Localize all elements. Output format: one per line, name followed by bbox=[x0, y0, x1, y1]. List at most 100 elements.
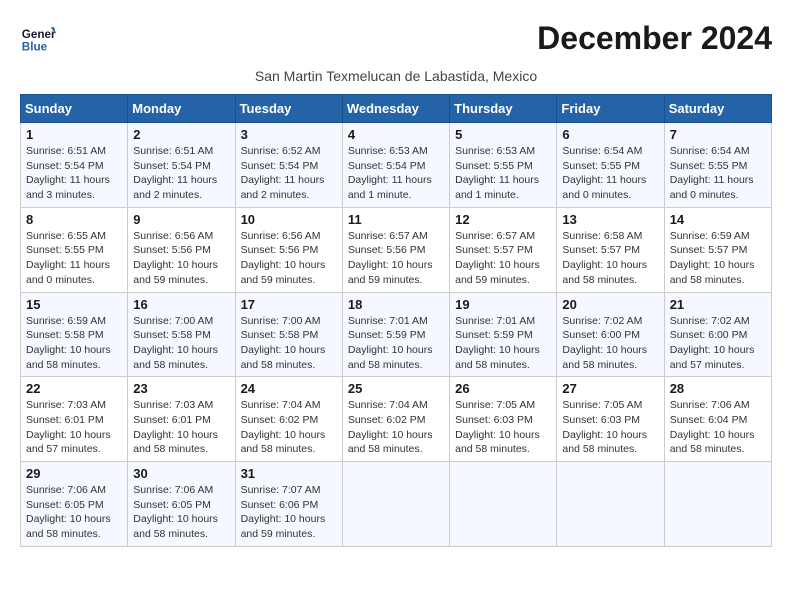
sunrise-label: Sunrise: 6:53 AM bbox=[348, 145, 428, 157]
day-info: Sunrise: 6:52 AM Sunset: 5:54 PM Dayligh… bbox=[241, 144, 337, 203]
day-number: 8 bbox=[26, 212, 122, 227]
daylight-label: Daylight: 10 hours and 59 minutes. bbox=[455, 259, 540, 286]
sunset-label: Sunset: 5:59 PM bbox=[348, 329, 426, 341]
day-number: 24 bbox=[241, 381, 337, 396]
day-info: Sunrise: 6:54 AM Sunset: 5:55 PM Dayligh… bbox=[670, 144, 766, 203]
calendar-cell: 15 Sunrise: 6:59 AM Sunset: 5:58 PM Dayl… bbox=[21, 292, 128, 377]
svg-text:Blue: Blue bbox=[22, 41, 48, 54]
calendar-cell: 6 Sunrise: 6:54 AM Sunset: 5:55 PM Dayli… bbox=[557, 123, 664, 208]
sunset-label: Sunset: 5:56 PM bbox=[241, 244, 319, 256]
sunset-label: Sunset: 5:56 PM bbox=[133, 244, 211, 256]
calendar-header-wednesday: Wednesday bbox=[342, 95, 449, 123]
day-info: Sunrise: 6:57 AM Sunset: 5:56 PM Dayligh… bbox=[348, 229, 444, 288]
sunset-label: Sunset: 6:06 PM bbox=[241, 499, 319, 511]
calendar-cell: 2 Sunrise: 6:51 AM Sunset: 5:54 PM Dayli… bbox=[128, 123, 235, 208]
calendar-cell: 27 Sunrise: 7:05 AM Sunset: 6:03 PM Dayl… bbox=[557, 377, 664, 462]
calendar-cell: 14 Sunrise: 6:59 AM Sunset: 5:57 PM Dayl… bbox=[664, 207, 771, 292]
daylight-label: Daylight: 10 hours and 58 minutes. bbox=[562, 429, 647, 456]
day-info: Sunrise: 6:53 AM Sunset: 5:55 PM Dayligh… bbox=[455, 144, 551, 203]
sunrise-label: Sunrise: 6:53 AM bbox=[455, 145, 535, 157]
sunrise-label: Sunrise: 6:51 AM bbox=[133, 145, 213, 157]
sunset-label: Sunset: 6:05 PM bbox=[133, 499, 211, 511]
day-info: Sunrise: 7:06 AM Sunset: 6:04 PM Dayligh… bbox=[670, 398, 766, 457]
sunset-label: Sunset: 6:02 PM bbox=[348, 414, 426, 426]
daylight-label: Daylight: 10 hours and 58 minutes. bbox=[26, 344, 111, 371]
sunrise-label: Sunrise: 7:07 AM bbox=[241, 484, 321, 496]
calendar-cell: 3 Sunrise: 6:52 AM Sunset: 5:54 PM Dayli… bbox=[235, 123, 342, 208]
day-number: 9 bbox=[133, 212, 229, 227]
sunrise-label: Sunrise: 7:06 AM bbox=[670, 399, 750, 411]
sunset-label: Sunset: 5:54 PM bbox=[241, 160, 319, 172]
day-info: Sunrise: 7:06 AM Sunset: 6:05 PM Dayligh… bbox=[133, 483, 229, 542]
sunrise-label: Sunrise: 6:51 AM bbox=[26, 145, 106, 157]
sunrise-label: Sunrise: 7:02 AM bbox=[670, 315, 750, 327]
sunset-label: Sunset: 5:55 PM bbox=[562, 160, 640, 172]
calendar-header-friday: Friday bbox=[557, 95, 664, 123]
sunset-label: Sunset: 6:03 PM bbox=[562, 414, 640, 426]
daylight-label: Daylight: 10 hours and 58 minutes. bbox=[133, 429, 218, 456]
sunrise-label: Sunrise: 6:56 AM bbox=[133, 230, 213, 242]
day-info: Sunrise: 6:56 AM Sunset: 5:56 PM Dayligh… bbox=[241, 229, 337, 288]
sunrise-label: Sunrise: 7:00 AM bbox=[241, 315, 321, 327]
day-number: 27 bbox=[562, 381, 658, 396]
sunset-label: Sunset: 6:03 PM bbox=[455, 414, 533, 426]
sunset-label: Sunset: 5:58 PM bbox=[133, 329, 211, 341]
sunrise-label: Sunrise: 7:03 AM bbox=[26, 399, 106, 411]
calendar-header-monday: Monday bbox=[128, 95, 235, 123]
daylight-label: Daylight: 10 hours and 59 minutes. bbox=[133, 259, 218, 286]
calendar-cell bbox=[450, 462, 557, 547]
day-number: 6 bbox=[562, 127, 658, 142]
day-number: 22 bbox=[26, 381, 122, 396]
day-number: 14 bbox=[670, 212, 766, 227]
calendar-cell: 17 Sunrise: 7:00 AM Sunset: 5:58 PM Dayl… bbox=[235, 292, 342, 377]
daylight-label: Daylight: 10 hours and 58 minutes. bbox=[455, 429, 540, 456]
sunrise-label: Sunrise: 6:57 AM bbox=[348, 230, 428, 242]
day-number: 23 bbox=[133, 381, 229, 396]
sunset-label: Sunset: 5:54 PM bbox=[348, 160, 426, 172]
calendar-cell: 10 Sunrise: 6:56 AM Sunset: 5:56 PM Dayl… bbox=[235, 207, 342, 292]
day-info: Sunrise: 7:00 AM Sunset: 5:58 PM Dayligh… bbox=[241, 314, 337, 373]
day-info: Sunrise: 6:53 AM Sunset: 5:54 PM Dayligh… bbox=[348, 144, 444, 203]
day-info: Sunrise: 6:59 AM Sunset: 5:57 PM Dayligh… bbox=[670, 229, 766, 288]
calendar-cell: 5 Sunrise: 6:53 AM Sunset: 5:55 PM Dayli… bbox=[450, 123, 557, 208]
daylight-label: Daylight: 10 hours and 58 minutes. bbox=[133, 344, 218, 371]
sunset-label: Sunset: 5:56 PM bbox=[348, 244, 426, 256]
calendar-header-sunday: Sunday bbox=[21, 95, 128, 123]
sunrise-label: Sunrise: 6:59 AM bbox=[670, 230, 750, 242]
calendar-cell: 31 Sunrise: 7:07 AM Sunset: 6:06 PM Dayl… bbox=[235, 462, 342, 547]
sunset-label: Sunset: 5:59 PM bbox=[455, 329, 533, 341]
page-title: December 2024 bbox=[537, 20, 772, 57]
sunrise-label: Sunrise: 7:04 AM bbox=[241, 399, 321, 411]
day-number: 26 bbox=[455, 381, 551, 396]
sunrise-label: Sunrise: 7:01 AM bbox=[455, 315, 535, 327]
day-number: 29 bbox=[26, 466, 122, 481]
daylight-label: Daylight: 11 hours and 0 minutes. bbox=[670, 174, 754, 201]
daylight-label: Daylight: 10 hours and 57 minutes. bbox=[26, 429, 111, 456]
day-info: Sunrise: 6:56 AM Sunset: 5:56 PM Dayligh… bbox=[133, 229, 229, 288]
sunrise-label: Sunrise: 7:06 AM bbox=[133, 484, 213, 496]
calendar-week-row: 29 Sunrise: 7:06 AM Sunset: 6:05 PM Dayl… bbox=[21, 462, 772, 547]
calendar-cell: 8 Sunrise: 6:55 AM Sunset: 5:55 PM Dayli… bbox=[21, 207, 128, 292]
sunset-label: Sunset: 6:01 PM bbox=[133, 414, 211, 426]
calendar-week-row: 1 Sunrise: 6:51 AM Sunset: 5:54 PM Dayli… bbox=[21, 123, 772, 208]
day-number: 19 bbox=[455, 297, 551, 312]
calendar-cell: 7 Sunrise: 6:54 AM Sunset: 5:55 PM Dayli… bbox=[664, 123, 771, 208]
sunrise-label: Sunrise: 7:01 AM bbox=[348, 315, 428, 327]
sunset-label: Sunset: 5:54 PM bbox=[26, 160, 104, 172]
svg-text:General: General bbox=[22, 28, 56, 41]
day-info: Sunrise: 7:04 AM Sunset: 6:02 PM Dayligh… bbox=[241, 398, 337, 457]
sunrise-label: Sunrise: 6:54 AM bbox=[562, 145, 642, 157]
sunrise-label: Sunrise: 7:06 AM bbox=[26, 484, 106, 496]
sunrise-label: Sunrise: 7:05 AM bbox=[455, 399, 535, 411]
daylight-label: Daylight: 10 hours and 58 minutes. bbox=[562, 344, 647, 371]
calendar-cell: 23 Sunrise: 7:03 AM Sunset: 6:01 PM Dayl… bbox=[128, 377, 235, 462]
sunrise-label: Sunrise: 6:52 AM bbox=[241, 145, 321, 157]
daylight-label: Daylight: 10 hours and 58 minutes. bbox=[26, 513, 111, 540]
day-number: 7 bbox=[670, 127, 766, 142]
daylight-label: Daylight: 10 hours and 58 minutes. bbox=[241, 429, 326, 456]
day-info: Sunrise: 7:06 AM Sunset: 6:05 PM Dayligh… bbox=[26, 483, 122, 542]
daylight-label: Daylight: 10 hours and 58 minutes. bbox=[455, 344, 540, 371]
calendar-cell: 13 Sunrise: 6:58 AM Sunset: 5:57 PM Dayl… bbox=[557, 207, 664, 292]
daylight-label: Daylight: 10 hours and 58 minutes. bbox=[562, 259, 647, 286]
calendar-week-row: 15 Sunrise: 6:59 AM Sunset: 5:58 PM Dayl… bbox=[21, 292, 772, 377]
